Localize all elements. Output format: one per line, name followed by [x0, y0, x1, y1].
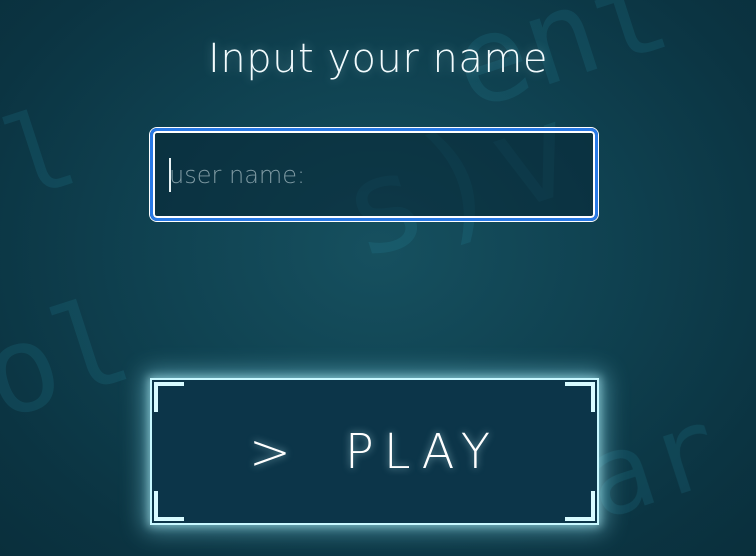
- corner-bracket-bottom-left: [154, 491, 184, 521]
- corner-bracket-top-right: [565, 382, 595, 412]
- corner-bracket-top-left: [154, 382, 184, 412]
- text-caret: [169, 158, 171, 192]
- play-button[interactable]: > PLAY: [150, 378, 599, 525]
- chevron-right-icon: >: [248, 422, 291, 481]
- svg-text:l: l: [0, 83, 91, 225]
- user-name-input[interactable]: [150, 128, 598, 221]
- corner-bracket-bottom-right: [565, 491, 595, 521]
- play-button-label: PLAY: [344, 423, 501, 480]
- svg-text:ol: ol: [0, 271, 146, 448]
- page-title: Input your name: [208, 36, 548, 82]
